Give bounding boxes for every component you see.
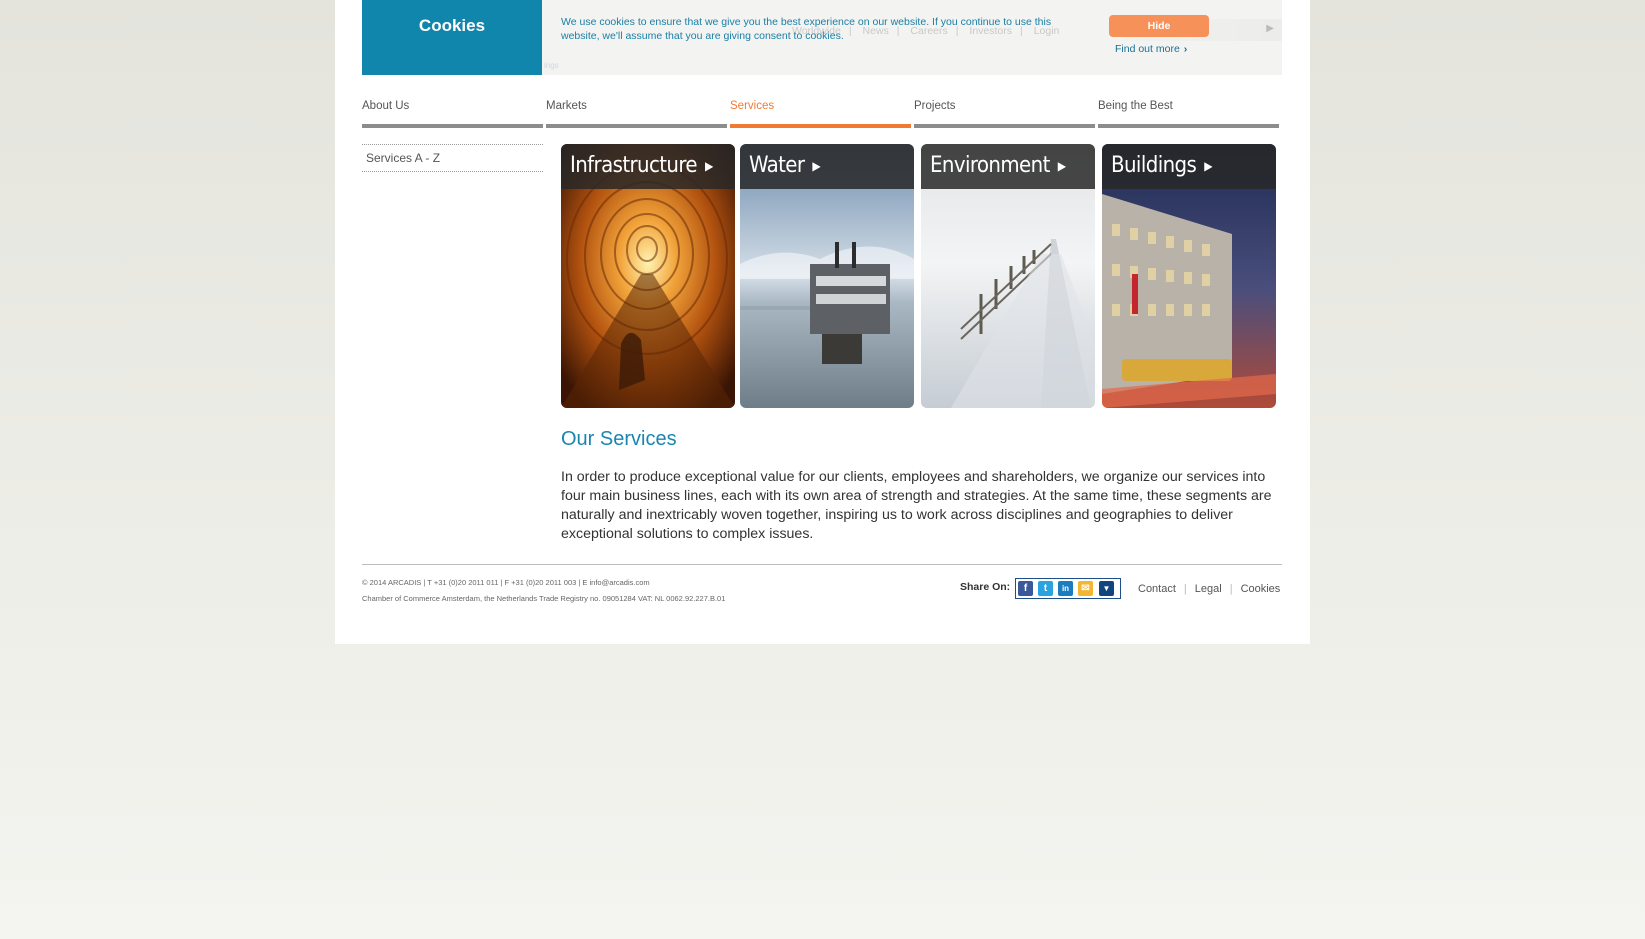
tile-title-text: Environment xyxy=(930,153,1050,178)
chevron-right-icon: › xyxy=(1183,43,1188,55)
tile-title: Buildings ▶ xyxy=(1111,153,1213,178)
tile-title-text: Buildings xyxy=(1111,153,1197,178)
find-out-more-label: Find out more xyxy=(1115,43,1180,55)
footer-link-contact[interactable]: Contact xyxy=(1138,583,1176,595)
tile-title: Environment ▶ xyxy=(930,153,1066,178)
play-arrow-icon: ▶ xyxy=(704,159,713,173)
linkedin-icon[interactable]: in xyxy=(1058,581,1073,596)
nav-item-about-us[interactable]: About Us xyxy=(362,100,543,128)
footer-links: Contact | Legal | Cookies xyxy=(1138,583,1281,595)
email-icon[interactable]: ✉ xyxy=(1078,581,1093,596)
main-nav: About Us Markets Services Projects Being… xyxy=(362,100,1282,128)
find-out-more-link[interactable]: Find out more › xyxy=(1115,43,1187,55)
cookie-message: We use cookies to ensure that we give yo… xyxy=(561,16,1052,42)
cookie-banner: Worldwide | News | Careers | Investors | Log… xyxy=(362,0,1282,75)
footer-copyright: © 2014 ARCADIS | T +31 (0)20 2011 011 | … xyxy=(362,578,650,587)
nav-item-projects[interactable]: Projects xyxy=(914,100,1095,128)
share-icons: f t in ✉ ▼ xyxy=(1015,578,1121,599)
hide-cookies-button[interactable]: Hide xyxy=(1109,15,1209,37)
tile-environment[interactable]: Environment ▶ xyxy=(921,144,1095,408)
services-description: In order to produce exceptional value fo… xyxy=(561,469,1272,542)
cookie-title: Cookies xyxy=(418,16,486,35)
nav-item-services[interactable]: Services xyxy=(730,100,911,128)
footer-registry: Chamber of Commerce Amsterdam, the Nethe… xyxy=(362,594,726,603)
tile-buildings[interactable]: Buildings ▶ xyxy=(1102,144,1276,408)
footer-divider xyxy=(362,564,1282,565)
side-nav-label: Services A - Z xyxy=(366,151,441,165)
footer-link-cookies[interactable]: Cookies xyxy=(1241,583,1281,595)
tile-title-text: Water xyxy=(749,153,805,178)
tile-title: Infrastructure ▶ xyxy=(570,153,713,178)
page-container: Worldwide | News | Careers | Investors | Log… xyxy=(335,0,1310,644)
tile-infrastructure[interactable]: Infrastructure ▶ xyxy=(561,144,735,408)
nav-item-being-the-best[interactable]: Being the Best xyxy=(1098,100,1279,128)
twitter-icon[interactable]: t xyxy=(1038,581,1053,596)
nav-item-markets[interactable]: Markets xyxy=(546,100,727,128)
play-arrow-icon: ▶ xyxy=(1204,159,1212,173)
side-nav-item-services-a-z[interactable]: Services A - Z xyxy=(362,144,543,172)
share-label: Share On: xyxy=(960,581,1011,593)
cookie-title-box: Cookies xyxy=(362,0,542,75)
tile-title-text: Infrastructure xyxy=(570,153,698,178)
page-title: Our Services xyxy=(561,428,677,450)
play-arrow-icon: ▶ xyxy=(1057,159,1066,173)
tile-water[interactable]: Water ▶ xyxy=(740,144,914,408)
play-arrow-icon: ▶ xyxy=(812,159,821,173)
tile-title: Water ▶ xyxy=(749,153,821,178)
facebook-icon[interactable]: f xyxy=(1018,581,1033,596)
more-dropdown-icon[interactable]: ▼ xyxy=(1099,581,1114,596)
ghost-subtext: ings xyxy=(544,61,559,70)
search-arrow-icon[interactable]: ▶ xyxy=(1266,23,1274,34)
footer-link-legal[interactable]: Legal xyxy=(1195,583,1222,595)
